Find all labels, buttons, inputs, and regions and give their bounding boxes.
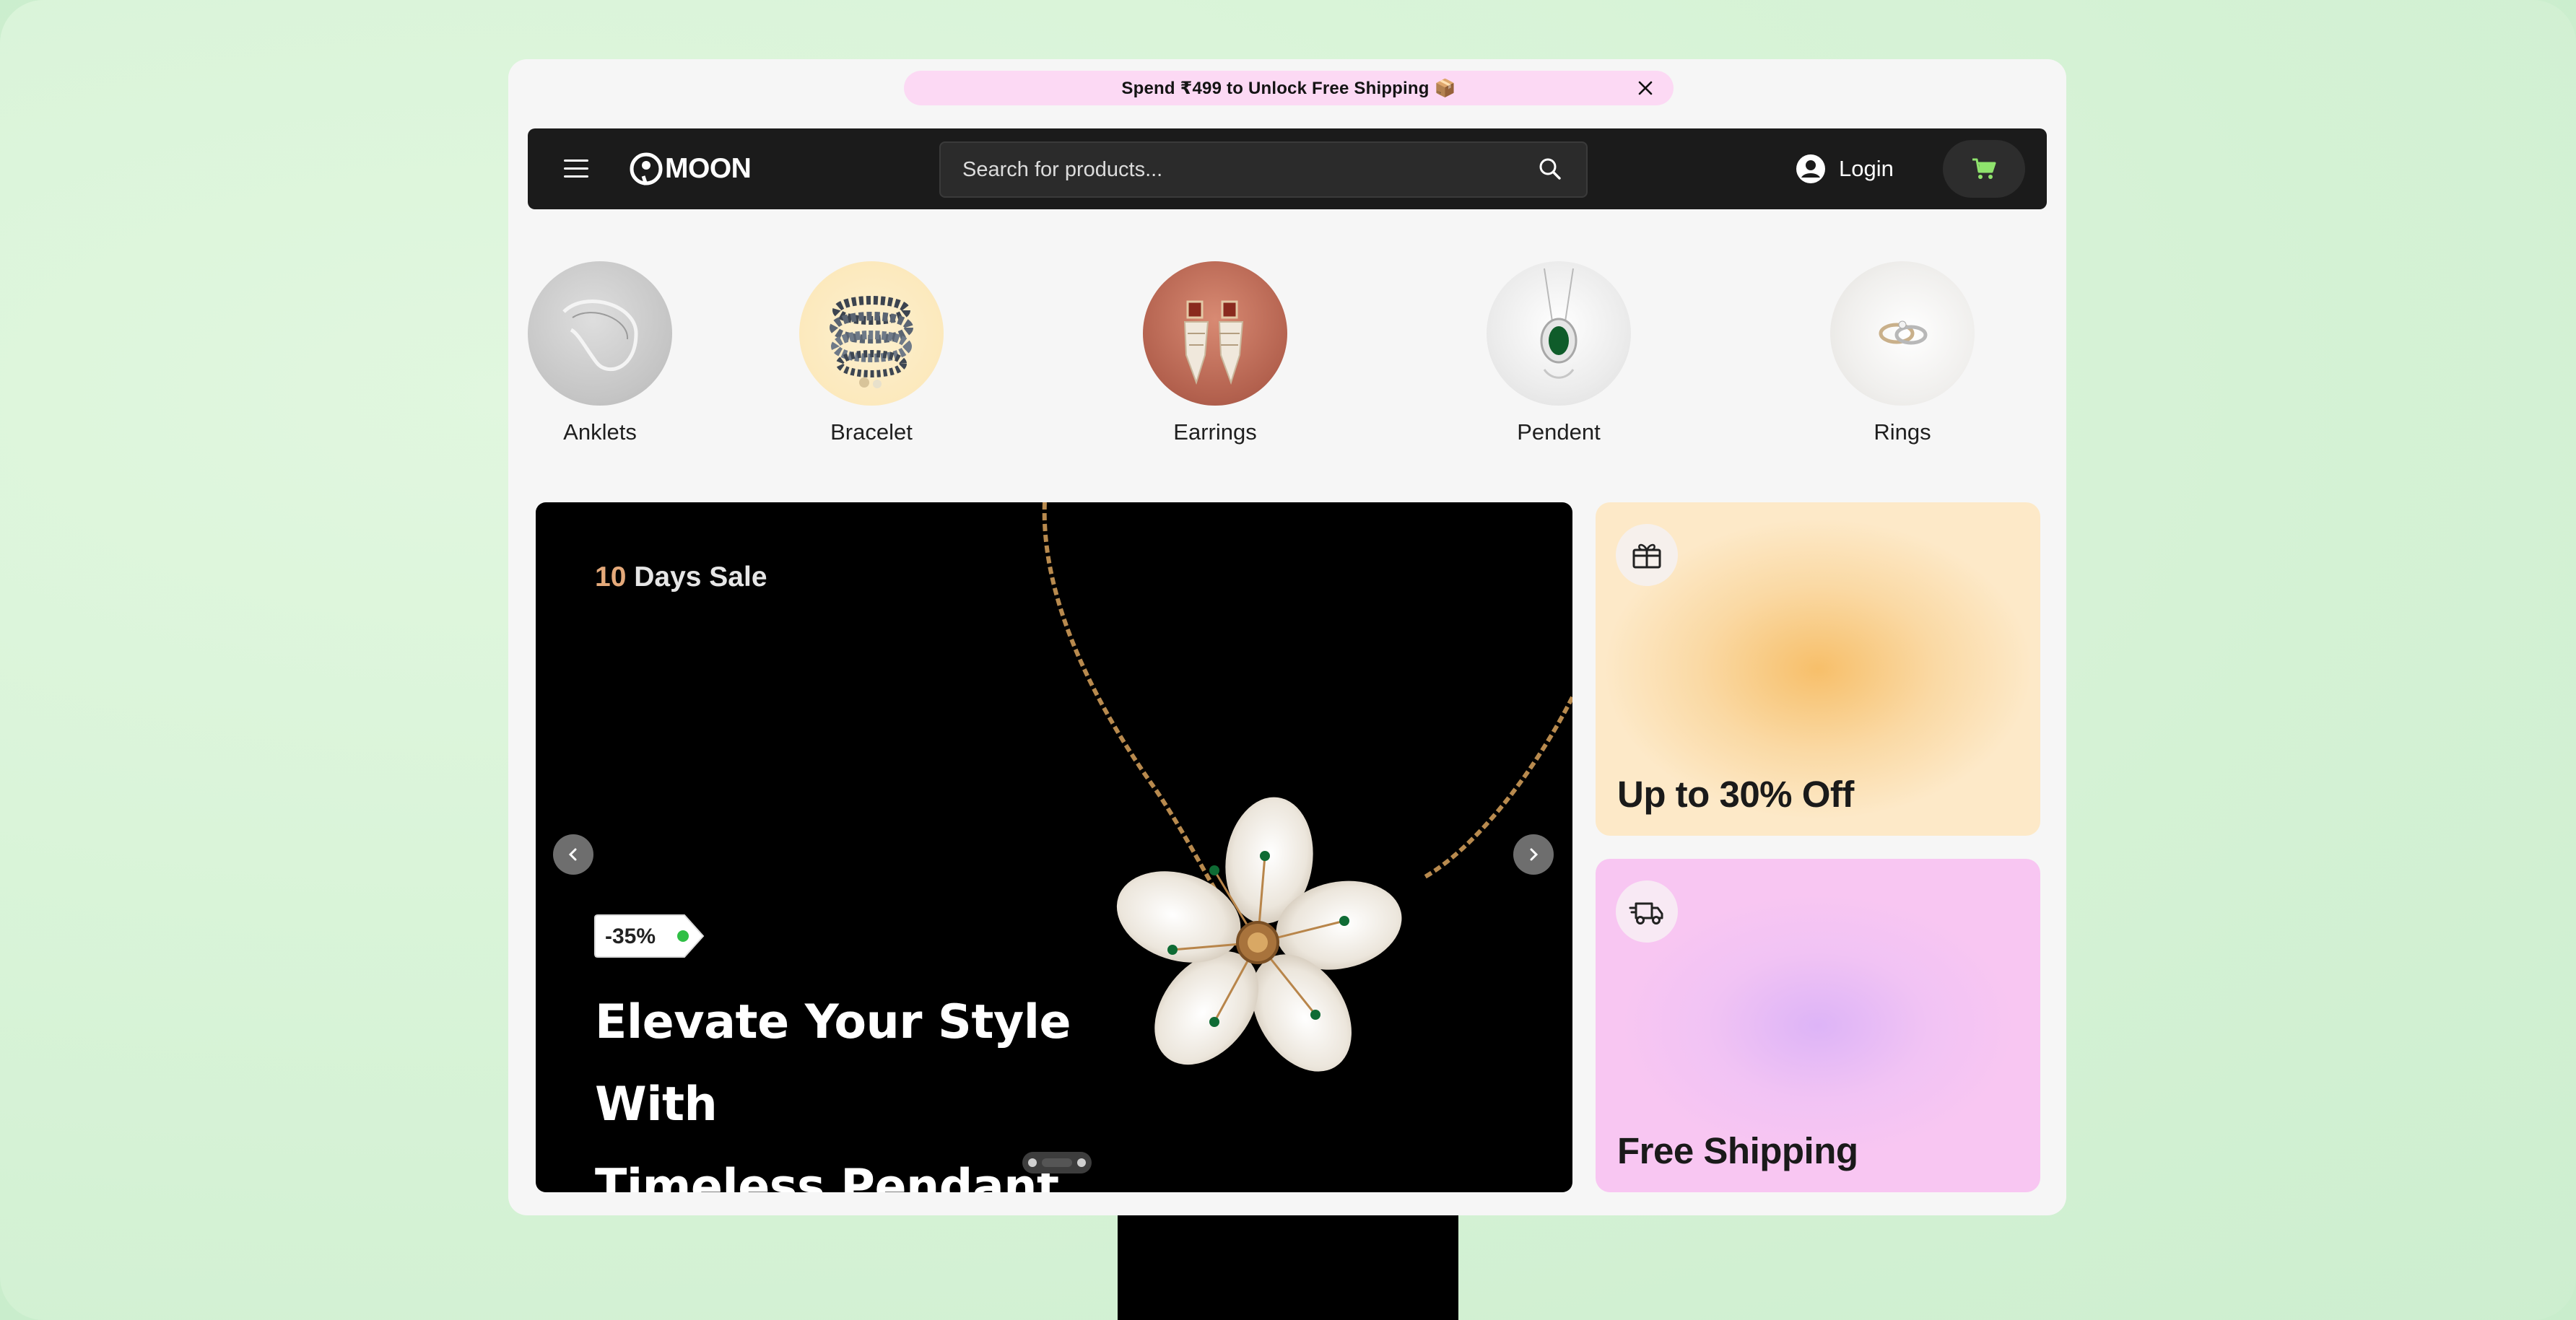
category-label: Anklets [563,419,637,445]
slide-indicators [1022,1152,1092,1173]
chevron-left-icon [568,848,577,861]
promo-banner: Spend ₹499 to Unlock Free Shipping 📦 [904,71,1674,105]
sale-kicker: 10 Days Sale [595,561,767,593]
hero-title-line-1: Elevate Your Style With [595,995,1071,1132]
prev-slide-button[interactable] [553,834,593,875]
logo-text: MOON [665,153,752,184]
offer-tile-shipping[interactable]: Free Shipping [1596,859,2040,1192]
hero-carousel: 10 Days Sale -35% Elevate Your Style Wit… [536,502,1572,1192]
slide-dot-active[interactable] [1042,1158,1072,1167]
discount-badge: -35% [593,914,706,958]
category-label: Earrings [1173,419,1257,445]
slide-dot[interactable] [1077,1158,1086,1167]
moon-logo-icon [630,152,663,185]
hero-title: Elevate Your Style With Timeless Pendant… [595,982,1187,1192]
category-earrings[interactable]: Earrings [1121,261,1309,445]
search-icon[interactable] [1537,156,1565,183]
discount-badge-text: -35% [605,925,656,948]
category-label: Bracelet [830,419,913,445]
storefront-window: Spend ₹499 to Unlock Free Shipping 📦 MOO… [508,59,2066,1215]
offer-tile-title: Up to 30% Off [1617,774,1854,815]
category-pendent[interactable]: Pendent [1465,261,1653,445]
category-rings[interactable]: Rings [1809,261,1996,445]
category-label: Pendent [1517,419,1601,445]
pendent-image [1487,261,1631,406]
offer-tile-title: Free Shipping [1617,1130,1858,1171]
chevron-right-icon [1530,848,1539,861]
earrings-image [1143,261,1287,406]
category-bracelet[interactable]: Bracelet [778,261,965,445]
login-button[interactable]: Login [1796,150,1894,188]
cart-icon [1972,158,1996,179]
sale-kicker-text: Days Sale [626,561,767,593]
category-anklets[interactable]: Anklets [508,261,694,445]
logo[interactable]: MOON [629,150,752,188]
delivery-truck-icon [1616,880,1678,943]
bracelet-image [799,261,944,406]
gift-icon [1616,524,1678,586]
anklets-image [528,261,672,406]
hamburger-icon[interactable] [564,158,590,180]
sale-days: 10 [595,561,627,593]
display-stand [1118,1215,1458,1320]
hero-title-line-2: Timeless Pendant. [595,1160,1076,1192]
search-input[interactable] [941,143,1533,196]
next-slide-button[interactable] [1513,834,1554,875]
offer-tile-discount[interactable]: Up to 30% Off [1596,502,2040,836]
promo-text: Spend ₹499 to Unlock Free Shipping 📦 [1121,78,1456,98]
rings-image [1830,261,1975,406]
close-icon[interactable] [1635,77,1656,99]
category-label: Rings [1874,419,1931,445]
login-label: Login [1839,156,1894,181]
search-bar [939,141,1588,198]
navbar: MOON Login [528,128,2047,209]
cart-button[interactable] [1943,140,2025,198]
slide-dot[interactable] [1028,1158,1037,1167]
user-icon [1796,154,1825,183]
